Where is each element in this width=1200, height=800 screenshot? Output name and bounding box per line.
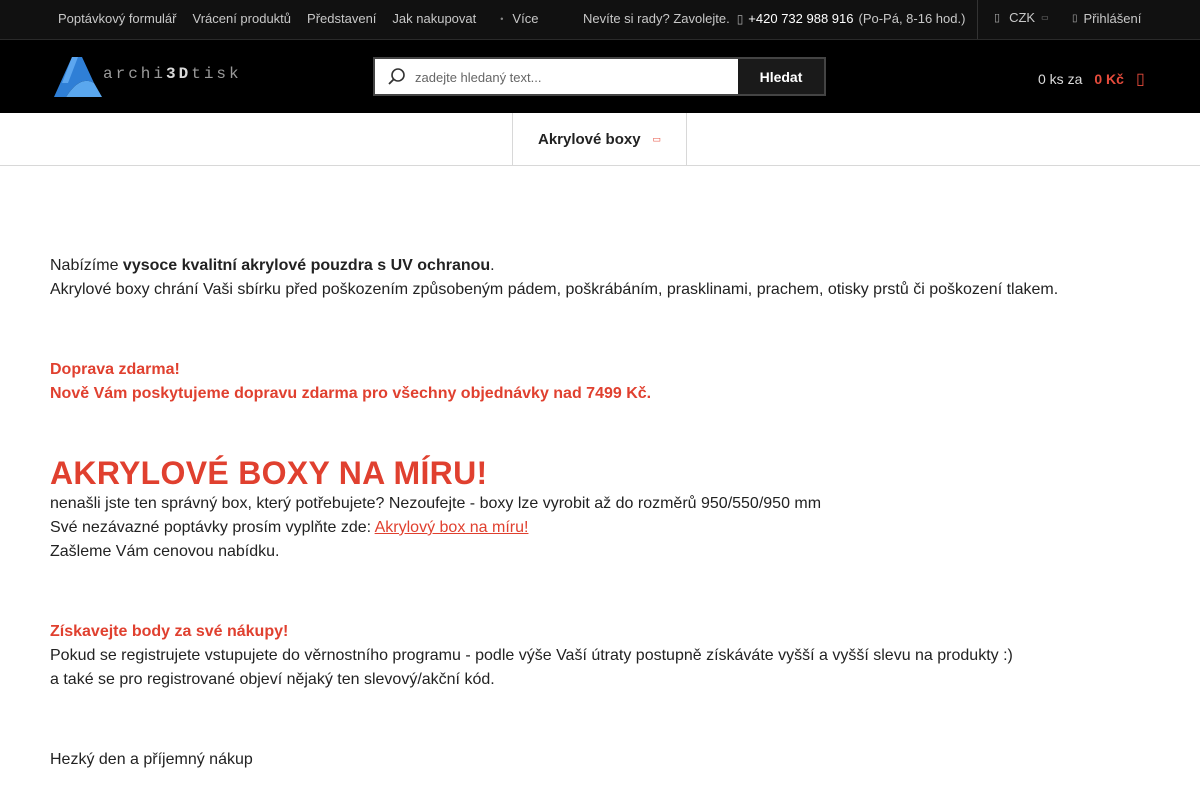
custom-line-2-prefix: Své nezávazné poptávky prosím vyplňte zd… xyxy=(50,519,375,536)
chevron-down-icon: ▭ xyxy=(652,134,662,144)
currency-icon: ▯ xyxy=(994,12,1001,24)
logo-mark-icon xyxy=(54,57,102,97)
login-label: Přihlášení xyxy=(1083,11,1142,26)
points-line-1: Pokud se registrujete vstupujete do věrn… xyxy=(50,647,1013,664)
contact-prefix: Nevíte si rady? Zavolejte. xyxy=(583,11,730,26)
cart-price: 0 Kč xyxy=(1094,71,1124,87)
currency-selector[interactable]: ▯ CZK ▭ xyxy=(994,10,1049,25)
user-icon: ▯ xyxy=(1072,13,1078,24)
header: archi3Dtisk Hledat 0 ks za 0 Kč ▯ xyxy=(0,40,1200,113)
closing-line: Hezký den a příjemný nákup xyxy=(50,751,253,768)
top-link-inquiry-form[interactable]: Poptávkový formulář xyxy=(58,11,177,26)
more-menu[interactable]: • Více xyxy=(500,11,538,26)
main-nav: Akrylové boxy ▭ xyxy=(0,113,1200,166)
custom-line-1: nenašli jste ten správný box, který potř… xyxy=(50,495,822,512)
logo-text-prefix: archi xyxy=(103,65,167,83)
custom-box-link[interactable]: Akrylový box na míru! xyxy=(375,519,529,536)
logo[interactable]: archi3Dtisk xyxy=(52,53,239,99)
phone-icon: ▯ xyxy=(736,11,744,26)
points-title: Získavejte body za své nákupy! xyxy=(50,623,289,640)
points-line-2: a také se pro registrované objeví nějaký… xyxy=(50,671,495,688)
login-link[interactable]: ▯ Přihlášení xyxy=(1072,11,1141,26)
top-links: Poptávkový formulář Vrácení produktů Pře… xyxy=(58,11,538,26)
cart-summary[interactable]: 0 ks za 0 Kč ▯ xyxy=(1038,69,1145,89)
top-bar: Poptávkový formulář Vrácení produktů Pře… xyxy=(0,0,1200,40)
cart-count: 0 ks za xyxy=(1038,71,1083,87)
business-hours: (Po-Pá, 8-16 hod.) xyxy=(858,11,966,26)
cart-icon: ▯ xyxy=(1135,71,1145,88)
chevron-down-icon: ▭ xyxy=(1041,13,1049,22)
intro-suffix: . xyxy=(490,257,495,274)
custom-line-2: Své nezávazné poptávky prosím vyplňte zd… xyxy=(50,517,528,539)
intro-line-2: Akrylové boxy chrání Vaši sbírku před po… xyxy=(50,281,1059,298)
top-link-returns[interactable]: Vrácení produktů xyxy=(193,11,292,26)
intro-bold: vysoce kvalitní akrylové pouzdra s UV oc… xyxy=(122,257,491,274)
more-dots-icon: • xyxy=(500,13,504,24)
search-input[interactable] xyxy=(415,64,735,90)
nav-item-acrylic-boxes[interactable]: Akrylové boxy ▭ xyxy=(512,113,687,166)
custom-heading: AKRYLOVÉ BOXY NA MÍRU! xyxy=(50,455,488,491)
divider xyxy=(977,0,978,39)
contact-info: Nevíte si rady? Zavolejte. ▯ +420 732 98… xyxy=(583,11,965,26)
search-button[interactable]: Hledat xyxy=(738,59,824,94)
currency-label: CZK xyxy=(1009,10,1036,25)
nav-item-label: Akrylové boxy xyxy=(538,131,641,148)
search-icon xyxy=(388,68,405,85)
phone-number[interactable]: +420 732 988 916 xyxy=(748,11,853,26)
logo-text: archi3Dtisk xyxy=(103,65,242,83)
shipping-text: Nově Vám poskytujeme dopravu zdarma pro … xyxy=(50,385,652,402)
logo-text-suffix: tisk xyxy=(191,65,242,83)
search-bar: Hledat xyxy=(373,57,826,96)
intro-line: Nabízíme vysoce kvalitní akrylové pouzdr… xyxy=(50,255,495,277)
shipping-title: Doprava zdarma! xyxy=(50,361,180,378)
logo-text-3d: 3D xyxy=(166,65,192,83)
more-label: Více xyxy=(512,11,539,26)
top-link-how-to-buy[interactable]: Jak nakupovat xyxy=(392,11,476,26)
intro-prefix: Nabízíme xyxy=(50,257,123,274)
top-link-about[interactable]: Představení xyxy=(307,11,376,26)
custom-line-3: Zašleme Vám cenovou nabídku. xyxy=(50,543,280,560)
